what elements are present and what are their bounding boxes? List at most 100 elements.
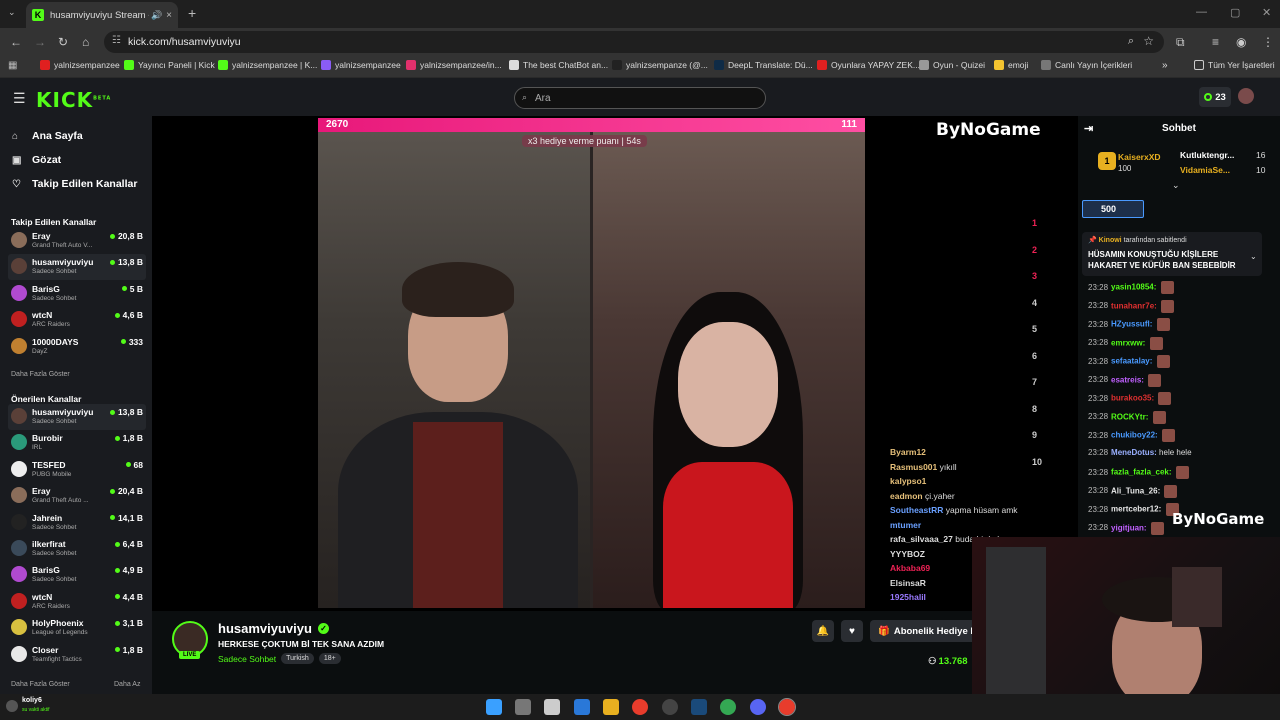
- bookmark-item[interactable]: Oyunlara YAPAY ZEK...: [817, 60, 920, 70]
- chat-message[interactable]: 23:28 burakoo35:: [1088, 392, 1172, 405]
- category-link[interactable]: Sadece Sohbet: [218, 654, 276, 664]
- bookmark-item[interactable]: Canlı Yayın İçerikleri: [1041, 60, 1132, 70]
- task-view-icon[interactable]: [515, 699, 531, 715]
- all-bookmarks-link[interactable]: Tüm Yer İşaretleri: [1194, 60, 1275, 70]
- close-window-icon[interactable]: ✕: [1262, 6, 1271, 19]
- chat-message[interactable]: 23:28 sefaatalay:: [1088, 355, 1170, 368]
- apps-grid-icon[interactable]: ▦: [8, 60, 17, 71]
- home-icon[interactable]: ⌂: [82, 35, 89, 49]
- sidebar-channel[interactable]: Burobir IRL 1,8 B: [8, 430, 146, 456]
- bookmark-item[interactable]: yalnizsempanzee | K...: [218, 60, 317, 70]
- chat-message[interactable]: 23:28 emrxww:: [1088, 336, 1163, 350]
- user-avatar[interactable]: [1238, 88, 1254, 104]
- sidebar-channel[interactable]: ilkerfirat Sadece Sohbet 6,4 B: [8, 536, 146, 562]
- tab-search-icon[interactable]: ⌄: [8, 7, 16, 18]
- steam-icon[interactable]: [691, 699, 707, 715]
- tag-language[interactable]: Turkish: [281, 653, 314, 664]
- chat-user[interactable]: yasin10854:: [1111, 283, 1156, 292]
- snipping-tool-icon[interactable]: [544, 699, 560, 715]
- browser-tab[interactable]: K husamviyuviyu Stream - W 🔊 ×: [26, 2, 178, 28]
- zoom-icon[interactable]: ⌕: [1128, 35, 1134, 48]
- video-player[interactable]: 2670 111 x3 hediye verme puanı | 54s ByN…: [152, 116, 1078, 611]
- gift-subscription-button[interactable]: 🎁 Abonelik Hediye E: [870, 620, 980, 642]
- chat-message[interactable]: 23:28 chukiboy22:: [1088, 429, 1175, 442]
- top-user-2[interactable]: VidamiaSe...: [1180, 165, 1230, 175]
- chat-message[interactable]: 23:28 HZyussufl:: [1088, 318, 1170, 331]
- followed-show-more[interactable]: Daha Fazla Göster: [11, 371, 70, 378]
- speaker-icon[interactable]: 🔊: [151, 10, 162, 21]
- bookmark-item[interactable]: Yayıncı Paneli | Kick: [124, 60, 215, 70]
- bookmark-item[interactable]: yalnizsempanzee: [321, 60, 401, 70]
- chat-user[interactable]: chukiboy22:: [1111, 431, 1158, 440]
- sidebar-channel[interactable]: Closer Teamfight Tactics 1,8 B: [8, 642, 146, 668]
- sidebar-channel[interactable]: wtcN ARC Raiders 4,4 B: [8, 589, 146, 615]
- maximize-icon[interactable]: ▢: [1230, 6, 1240, 19]
- chat-user[interactable]: esatreis:: [1111, 375, 1144, 384]
- url-input[interactable]: ☷ kick.com/husamviyuviyu ⌕ ☆: [104, 31, 1164, 53]
- chat-user[interactable]: yigitjuan:: [1111, 523, 1147, 532]
- chat-message[interactable]: 23:28 esatreis:: [1088, 373, 1162, 387]
- follow-heart-icon[interactable]: ♥: [841, 620, 863, 642]
- chat-user[interactable]: ROCKYtr:: [1111, 412, 1148, 421]
- back-icon[interactable]: ←: [10, 35, 22, 49]
- chat-message[interactable]: 23:28 fazla_fazla_cek:: [1088, 466, 1189, 479]
- bookmark-item[interactable]: yalnizsempanzee: [40, 60, 120, 70]
- chat-user[interactable]: emrxww:: [1111, 338, 1145, 347]
- sidebar-channel[interactable]: Jahrein Sadece Sohbet 14,1 B: [8, 510, 146, 536]
- collapse-chat-icon[interactable]: ⇥: [1084, 116, 1093, 142]
- chat-message[interactable]: 23:28 tunahanr7e:: [1088, 299, 1175, 313]
- show-less[interactable]: Daha Az: [114, 681, 140, 688]
- chat-message[interactable]: 23:28 ROCKYtr:: [1088, 410, 1166, 424]
- forward-icon[interactable]: →: [34, 35, 46, 49]
- discord-icon[interactable]: [750, 699, 766, 715]
- sidebar-channel[interactable]: wtcN ARC Raiders 4,6 B: [8, 307, 146, 333]
- tag-mature[interactable]: 18+: [318, 653, 341, 664]
- file-explorer-icon[interactable]: [603, 699, 619, 715]
- chat-message[interactable]: 23:28 yigitjuan:: [1088, 521, 1164, 535]
- search-input[interactable]: ⌕ Ara: [514, 87, 766, 109]
- minimize-icon[interactable]: —: [1196, 6, 1207, 18]
- nav-home[interactable]: ⌂ Ana Sayfa: [12, 130, 83, 142]
- chat-user[interactable]: HZyussufl:: [1111, 320, 1152, 329]
- chrome-active-icon[interactable]: [778, 698, 796, 716]
- bookmark-item[interactable]: emoji: [994, 60, 1028, 70]
- bookmark-item[interactable]: yalnizsempanze (@...: [612, 60, 708, 70]
- chat-user[interactable]: tunahanr7e:: [1111, 301, 1157, 310]
- pinned-expand-icon[interactable]: ⌄: [1250, 252, 1257, 261]
- bookmark-star-icon[interactable]: ☆: [1143, 34, 1154, 48]
- reading-list-icon[interactable]: ≡: [1212, 35, 1219, 49]
- notification-bell-icon[interactable]: 🔔: [812, 620, 834, 642]
- bookmark-item[interactable]: DeepL Translate: Dü...: [714, 60, 813, 70]
- chat-message[interactable]: 23:28 yasin10854:: [1088, 281, 1174, 294]
- kick-logo[interactable]: KICKBETA: [36, 88, 111, 112]
- bookmark-item[interactable]: yalnizsempanzee/in...: [406, 60, 502, 70]
- sidebar-channel[interactable]: Eray Grand Theft Auto ... 20,4 B: [8, 483, 146, 509]
- chat-user[interactable]: mertceber12:: [1111, 505, 1161, 514]
- channel-name[interactable]: husamviyuviyu ✓: [218, 621, 329, 636]
- chrome-profile-icon[interactable]: [720, 699, 736, 715]
- sidebar-channel[interactable]: TESFED PUBG Mobile 68: [8, 457, 146, 483]
- sidebar-channel[interactable]: Eray Grand Theft Auto V... 20,8 B: [8, 228, 146, 254]
- chat-user[interactable]: burakoo35:: [1111, 394, 1154, 403]
- bookmark-item[interactable]: The best ChatBot an...: [509, 60, 608, 70]
- pinned-message[interactable]: 📌 Kinowi tarafından sabitlendi HÜSAMIN K…: [1082, 232, 1262, 276]
- chat-message[interactable]: 23:28 mertceber12:: [1088, 503, 1179, 516]
- chat-user[interactable]: Ali_Tuna_26:: [1111, 486, 1160, 495]
- expand-leaderboard-icon[interactable]: ⌄: [1172, 180, 1180, 191]
- sidebar-channel[interactable]: BarisG Sadece Sohbet 4,9 B: [8, 562, 146, 588]
- menu-hamburger-icon[interactable]: ☰: [13, 90, 26, 107]
- bookmark-item[interactable]: Oyun - Quizei: [919, 60, 985, 70]
- points-badge[interactable]: 23: [1199, 87, 1231, 107]
- reload-icon[interactable]: ↻: [58, 35, 68, 49]
- chrome-icon[interactable]: [632, 699, 648, 715]
- sidebar-channel[interactable]: HolyPhoenix League of Legends 3,1 B: [8, 615, 146, 641]
- leader-user[interactable]: KaiserxXD: [1118, 152, 1161, 162]
- profile-icon[interactable]: ◉: [1236, 35, 1246, 49]
- tab-close-icon[interactable]: ×: [166, 10, 172, 21]
- start-icon[interactable]: [486, 699, 502, 715]
- sidebar-channel[interactable]: husamviyuviyu Sadece Sohbet 13,8 B: [8, 254, 146, 281]
- chat-user[interactable]: fazla_fazla_cek:: [1111, 468, 1171, 477]
- chat-user[interactable]: MeneDotus:: [1111, 448, 1157, 457]
- chat-message[interactable]: 23:28 MeneDotus: hele hele: [1088, 448, 1192, 457]
- extensions-icon[interactable]: ⧉: [1176, 35, 1185, 50]
